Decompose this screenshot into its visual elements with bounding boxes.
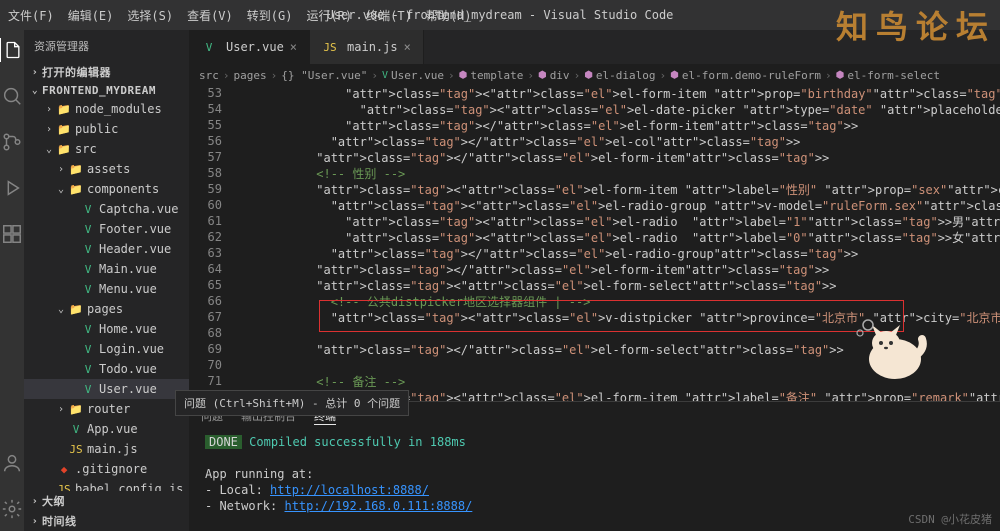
close-icon[interactable]: × bbox=[404, 40, 411, 54]
local-url[interactable]: http://localhost:8888/ bbox=[270, 483, 429, 497]
editor-tab[interactable]: VUser.vue× bbox=[189, 30, 310, 64]
code-content[interactable]: "attr">class="tag"><"attr">class="el">el… bbox=[234, 86, 1000, 401]
tree-item[interactable]: VCaptcha.vue bbox=[24, 199, 189, 219]
sidebar-section-timeline[interactable]: ›时间线 bbox=[24, 511, 189, 531]
csdn-watermark: CSDN @小花皮猪 bbox=[908, 511, 992, 527]
vue-icon: V bbox=[68, 423, 84, 436]
file-tree: ›📁node_modules›📁public⌄📁src›📁assets⌄📁com… bbox=[24, 99, 189, 491]
editor-tab[interactable]: JSmain.js× bbox=[310, 30, 424, 64]
code-area[interactable]: 5354555657585960616263646566676869707172… bbox=[189, 86, 1000, 401]
menu-item[interactable]: 查看(V) bbox=[187, 7, 233, 24]
breadcrumb-item[interactable]: VUser.vue bbox=[382, 69, 444, 82]
terminal-body[interactable]: DONE Compiled successfully in 188ms22:55… bbox=[189, 430, 1000, 531]
gear-icon[interactable] bbox=[0, 497, 24, 521]
js-icon: JS bbox=[68, 443, 84, 456]
folder-icon: 📁 bbox=[56, 103, 72, 116]
tree-item[interactable]: JSbabel.config.js bbox=[24, 479, 189, 491]
tree-item[interactable]: VLogin.vue bbox=[24, 339, 189, 359]
close-icon[interactable]: × bbox=[290, 40, 297, 54]
breadcrumb-item[interactable]: ⬢template bbox=[459, 69, 524, 82]
titlebar: 文件(F)编辑(E)选择(S)查看(V)转到(G)运行(R)终端(T)帮助(H)… bbox=[0, 0, 1000, 30]
breadcrumb-item[interactable]: src bbox=[199, 69, 219, 82]
folder-icon: 📁 bbox=[68, 183, 84, 196]
tree-item[interactable]: VMain.vue bbox=[24, 259, 189, 279]
menu-item[interactable]: 选择(S) bbox=[127, 7, 173, 24]
done-badge: DONE bbox=[205, 435, 242, 449]
menu-item[interactable]: 转到(G) bbox=[247, 7, 293, 24]
network-url[interactable]: http://192.168.0.111:8888/ bbox=[284, 499, 472, 513]
editor-tabs: VUser.vue×JSmain.js× bbox=[189, 30, 1000, 64]
vue-icon: V bbox=[80, 223, 96, 236]
folder-icon: 📁 bbox=[56, 123, 72, 136]
explorer-icon[interactable] bbox=[0, 38, 23, 62]
sidebar-section-editors[interactable]: ›打开的编辑器 bbox=[24, 62, 189, 82]
source-control-icon[interactable] bbox=[0, 130, 24, 154]
terminal-panel: 问题 输出控制台 终端 node ⌄ ＋ ⧉ 🗑 ⋯ ⌄ ✕ DONE Comp… bbox=[189, 401, 1000, 531]
term-app-running: App running at: bbox=[205, 466, 1000, 482]
tree-item[interactable]: VMenu.vue bbox=[24, 279, 189, 299]
vue-icon: V bbox=[80, 383, 96, 396]
tree-item[interactable]: ◆.gitignore bbox=[24, 459, 189, 479]
problems-tooltip: 问题 (Ctrl+Shift+M) - 总计 0 个问题 bbox=[175, 390, 409, 416]
tree-item[interactable]: VFooter.vue bbox=[24, 219, 189, 239]
tree-item[interactable]: VApp.vue bbox=[24, 419, 189, 439]
sidebar-title: 资源管理器 bbox=[24, 30, 189, 62]
folder-icon: 📁 bbox=[56, 143, 72, 156]
tree-item[interactable]: VHeader.vue bbox=[24, 239, 189, 259]
breadcrumb-item[interactable]: pages bbox=[234, 69, 267, 82]
vue-icon: V bbox=[80, 263, 96, 276]
tree-item[interactable]: JSmain.js bbox=[24, 439, 189, 459]
breadcrumb-item[interactable]: ⬢el-form-select bbox=[836, 69, 940, 82]
folder-icon: 📁 bbox=[68, 303, 84, 316]
js-icon: JS bbox=[322, 41, 338, 54]
sidebar-section-outline[interactable]: ›大纲 bbox=[24, 491, 189, 511]
tree-item[interactable]: VHome.vue bbox=[24, 319, 189, 339]
menu-item[interactable]: 文件(F) bbox=[8, 7, 54, 24]
extensions-icon[interactable] bbox=[0, 222, 24, 246]
window-title: User.vue - frontend_mydream - Visual Stu… bbox=[327, 8, 674, 22]
tree-item[interactable]: ⌄📁components bbox=[24, 179, 189, 199]
tree-item[interactable]: ›📁public bbox=[24, 119, 189, 139]
breadcrumb-item[interactable]: ⬢div bbox=[538, 69, 570, 82]
vue-icon: V bbox=[201, 41, 217, 54]
sidebar-section-project[interactable]: ⌄FRONTEND_MYDREAM bbox=[24, 82, 189, 99]
breadcrumb-item[interactable]: ⬢el-dialog bbox=[584, 69, 655, 82]
debug-icon[interactable] bbox=[0, 176, 24, 200]
account-icon[interactable] bbox=[0, 451, 24, 475]
breadcrumb-item[interactable]: ⬢el-form.demo-ruleForm bbox=[670, 69, 821, 82]
sidebar: 资源管理器 ›打开的编辑器 ⌄FRONTEND_MYDREAM ›📁node_m… bbox=[24, 30, 189, 531]
tree-item[interactable]: ›📁router bbox=[24, 399, 189, 419]
vue-icon: V bbox=[80, 283, 96, 296]
folder-icon: 📁 bbox=[68, 163, 84, 176]
tree-item[interactable]: ›📁assets bbox=[24, 159, 189, 179]
tree-item[interactable]: ⌄📁src bbox=[24, 139, 189, 159]
tree-item[interactable]: ›📁node_modules bbox=[24, 99, 189, 119]
tree-item[interactable]: VUser.vue bbox=[24, 379, 189, 399]
menu-item[interactable]: 编辑(E) bbox=[68, 7, 114, 24]
vue-icon: V bbox=[80, 243, 96, 256]
vue-icon: V bbox=[80, 343, 96, 356]
line-gutter: 5354555657585960616263646566676869707172… bbox=[189, 86, 234, 401]
vue-icon: V bbox=[80, 363, 96, 376]
vue-icon: V bbox=[80, 323, 96, 336]
git-icon: ◆ bbox=[56, 463, 72, 476]
js-icon: JS bbox=[56, 483, 72, 492]
activity-bar bbox=[0, 30, 24, 531]
breadcrumb-item[interactable]: {} "User.vue" bbox=[281, 69, 367, 82]
folder-icon: 📁 bbox=[68, 403, 84, 416]
vue-icon: V bbox=[80, 203, 96, 216]
breadcrumb[interactable]: src›pages›{} "User.vue"›VUser.vue›⬢templ… bbox=[189, 64, 1000, 86]
tree-item[interactable]: VTodo.vue bbox=[24, 359, 189, 379]
search-icon[interactable] bbox=[0, 84, 24, 108]
tree-item[interactable]: ⌄📁pages bbox=[24, 299, 189, 319]
